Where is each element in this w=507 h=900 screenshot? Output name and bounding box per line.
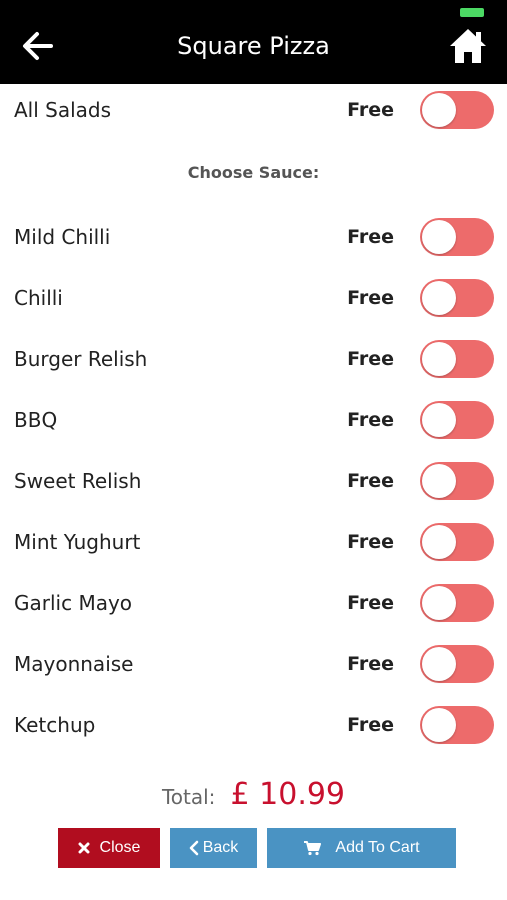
toggle-knob [422,586,456,620]
option-name: Garlic Mayo [14,591,133,615]
option-name: BBQ [14,408,58,432]
option-toggle[interactable] [420,91,494,129]
total-label: Total: [161,785,216,809]
close-icon [78,842,90,854]
option-row-sauce: Chilli Free [0,272,507,333]
option-toggle[interactable] [420,706,494,744]
option-price: Free [347,99,394,121]
total-amount: £ 10.99 [230,777,346,812]
option-row-sauce: Sweet Relish Free [0,455,507,516]
option-price: Free [347,531,394,553]
battery-indicator [460,8,484,17]
option-row-sauce: Mild Chilli Free [0,211,507,272]
option-price: Free [347,470,394,492]
option-name: Mint Yughurt [14,530,141,554]
option-price: Free [347,287,394,309]
page-title: Square Pizza [177,32,330,60]
option-name: Sweet Relish [14,469,142,493]
option-name: Chilli [14,286,63,310]
option-price: Free [347,714,394,736]
option-row-sauce: Mayonnaise Free [0,638,507,699]
option-toggle[interactable] [420,523,494,561]
back-button[interactable]: Back [170,828,257,868]
home-icon[interactable] [448,27,488,65]
toggle-knob [422,403,456,437]
add-to-cart-button[interactable]: Add To Cart [267,828,456,868]
option-toggle[interactable] [420,584,494,622]
close-button[interactable]: Close [58,828,160,868]
option-name: Burger Relish [14,347,148,371]
option-row-all-salads: All Salads Free [0,84,507,145]
app-header: Square Pizza [0,0,507,84]
toggle-knob [422,93,456,127]
option-price: Free [347,592,394,614]
close-button-label: Close [99,839,141,856]
option-name: All Salads [14,98,112,122]
option-price: Free [347,226,394,248]
add-to-cart-label: Add To Cart [335,839,420,856]
option-name: Mild Chilli [14,225,111,249]
option-name: Ketchup [14,713,96,737]
option-price: Free [347,653,394,675]
option-name: Mayonnaise [14,652,134,676]
toggle-knob [422,647,456,681]
order-total: Total: £ 10.99 [0,777,507,812]
option-price: Free [347,409,394,431]
toggle-knob [422,464,456,498]
options-list: All Salads Free Choose Sauce: Mild Chill… [0,84,507,900]
shopping-cart-icon [303,840,322,856]
toggle-knob [422,220,456,254]
option-row-sauce: Burger Relish Free [0,333,507,394]
toggle-knob [422,525,456,559]
option-toggle[interactable] [420,218,494,256]
option-toggle[interactable] [420,279,494,317]
option-toggle[interactable] [420,340,494,378]
toggle-knob [422,708,456,742]
toggle-knob [422,342,456,376]
option-row-sauce: BBQ Free [0,394,507,455]
sauce-heading: Choose Sauce: [187,163,320,182]
option-toggle[interactable] [420,462,494,500]
toggle-knob [422,281,456,315]
chevron-left-icon [189,840,199,856]
option-toggle[interactable] [420,645,494,683]
option-row-sauce: Mint Yughurt Free [0,516,507,577]
option-price: Free [347,348,394,370]
back-button-label: Back [202,839,239,856]
option-toggle[interactable] [420,401,494,439]
option-row-sauce: Ketchup Free [0,699,507,760]
option-row-sauce: Garlic Mayo Free [0,577,507,638]
